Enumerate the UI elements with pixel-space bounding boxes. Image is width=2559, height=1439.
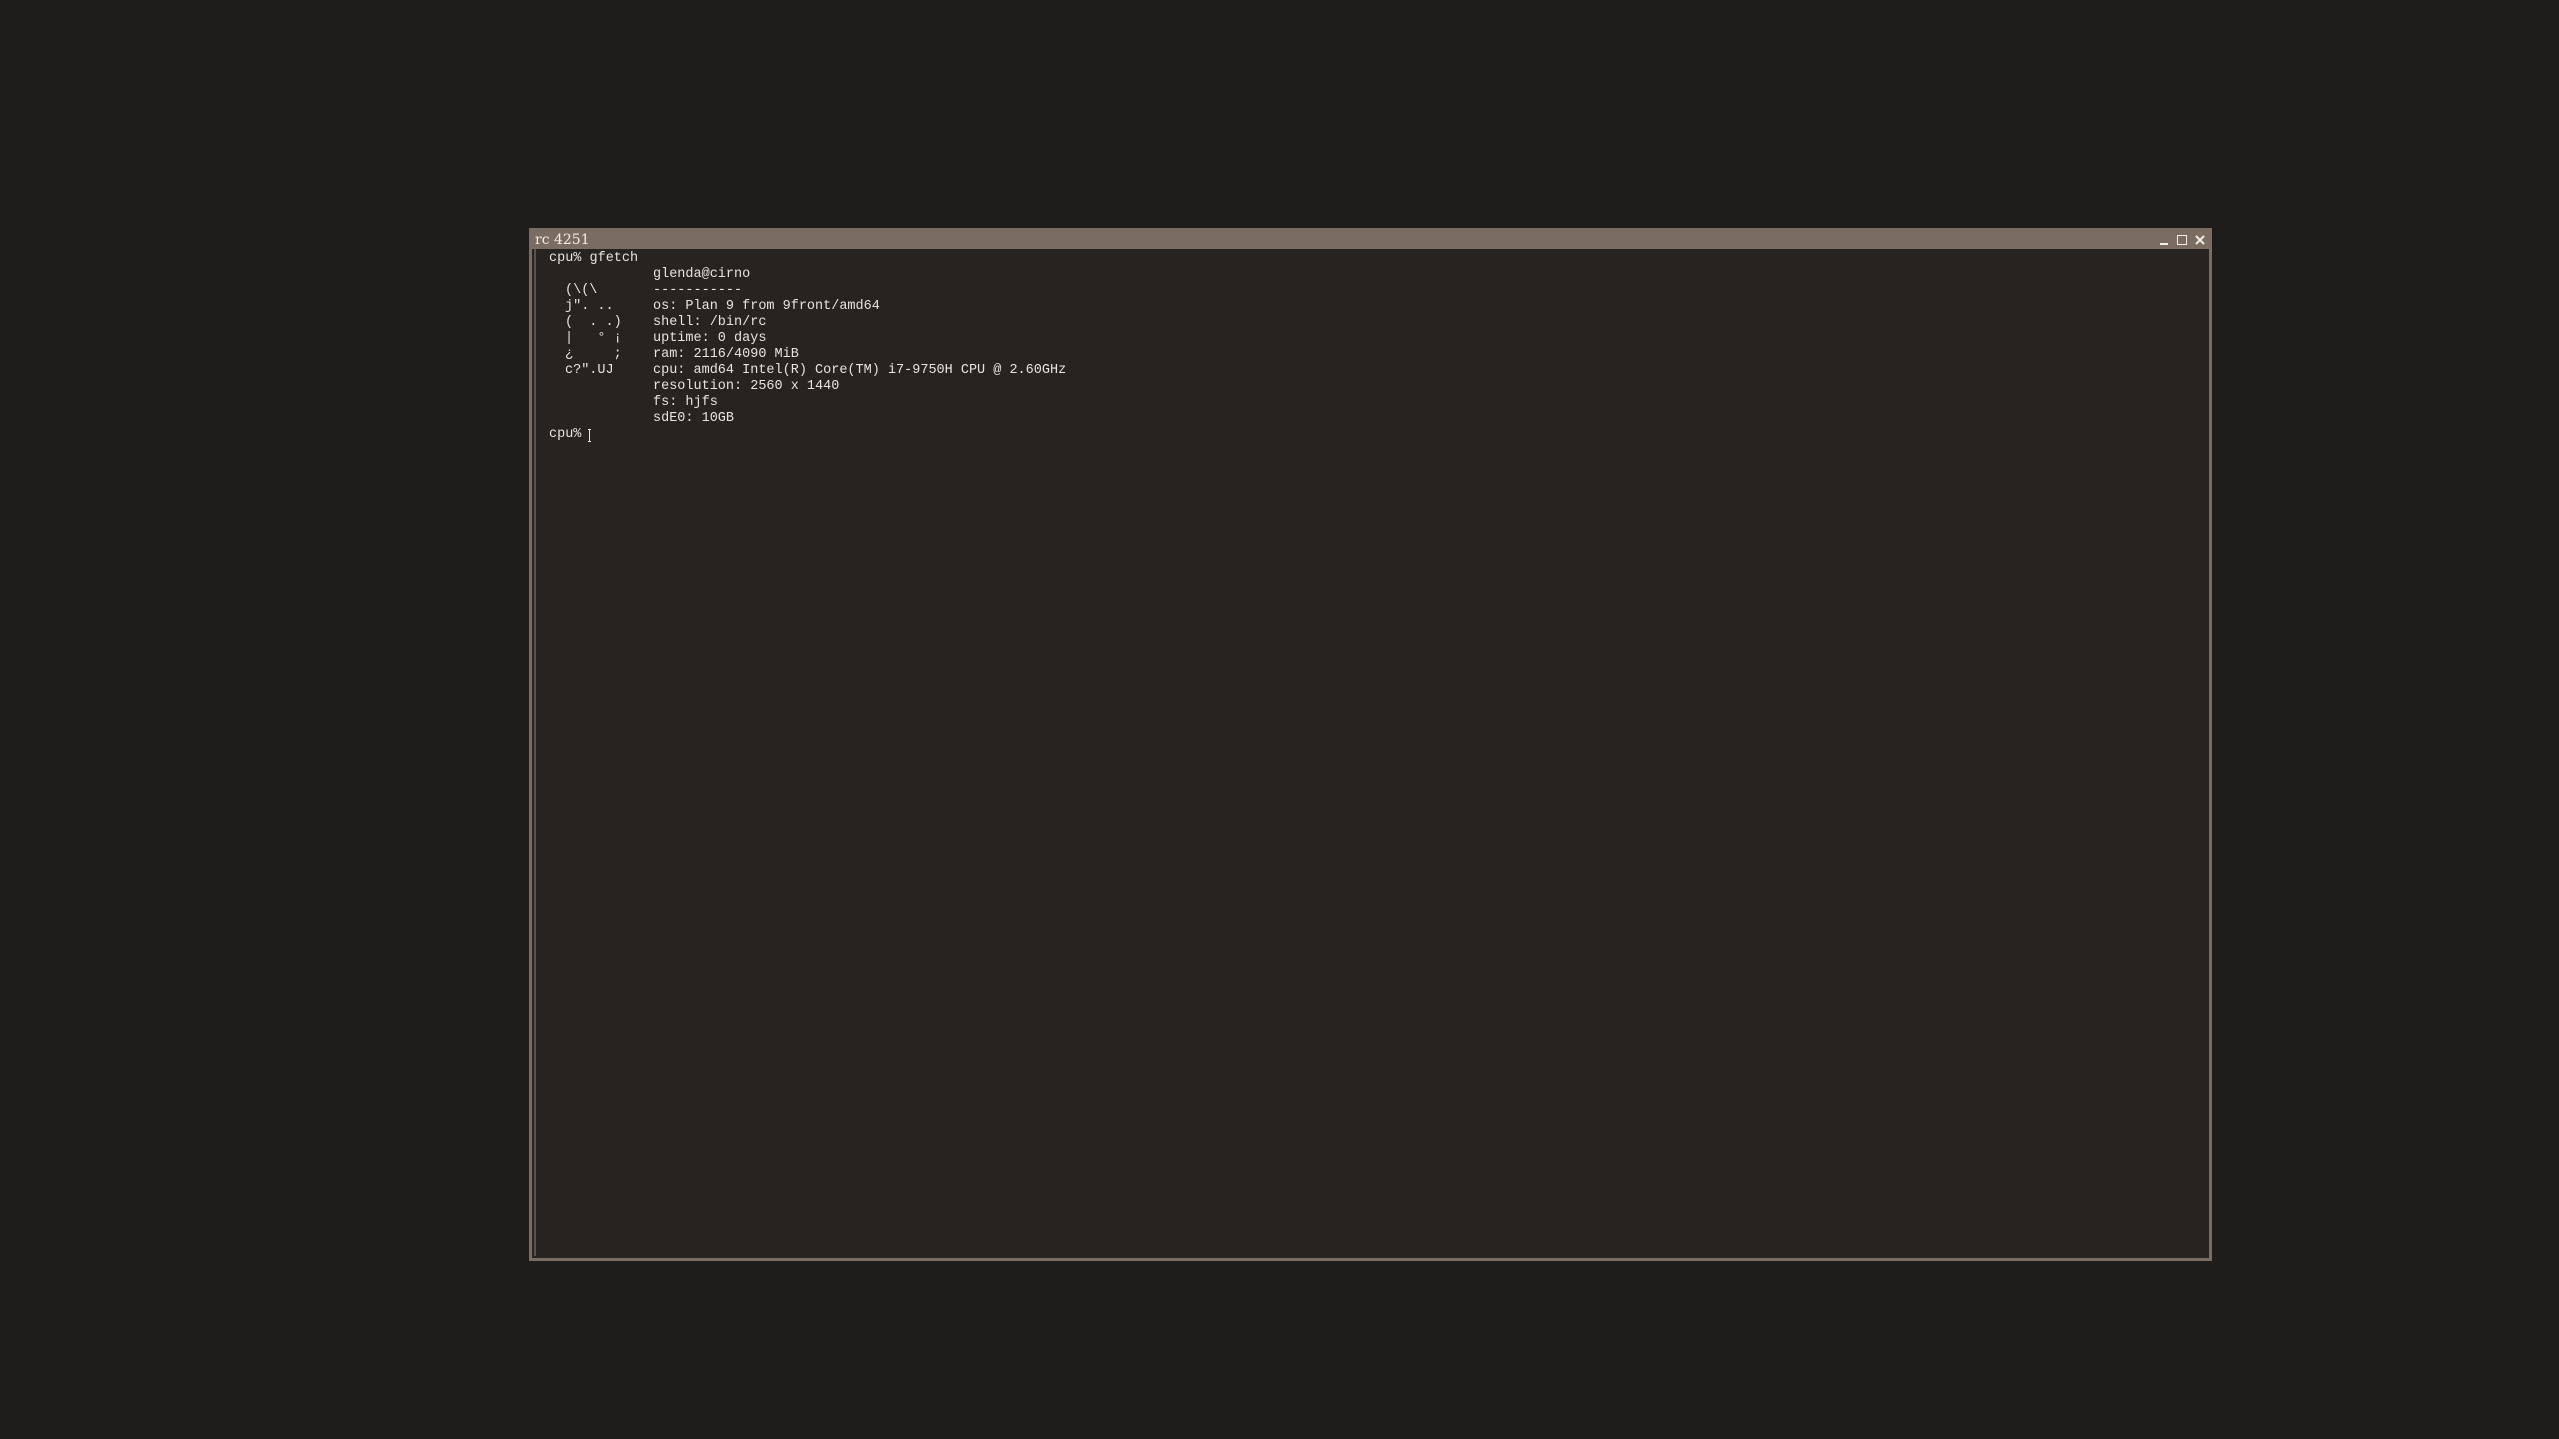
command-line: cpu% gfetch [549, 251, 639, 266]
info-os: os: Plan 9 from 9front/amd64 [653, 299, 880, 314]
terminal-window[interactable]: rc 4251 cpu% gfetch (\(\ j". .. ( . .) |… [529, 228, 2212, 1261]
terminal-output[interactable]: cpu% gfetch (\(\ j". .. ( . .) | ° ¡ ¿ ;… [549, 251, 2201, 1250]
gfetch-output: (\(\ j". .. ( . .) | ° ¡ ¿ ; c?".UJ glen… [549, 267, 2201, 427]
separator: ----------- [653, 283, 743, 298]
maximize-icon[interactable] [2175, 233, 2189, 247]
system-info: glenda@cirno ----------- os: Plan 9 from… [653, 267, 1066, 427]
logo-line: ( . .) [565, 315, 622, 330]
logo-line: | ° ¡ [565, 331, 622, 346]
logo-line: (\(\ [565, 283, 598, 298]
user-host: glenda@cirno [653, 267, 751, 282]
window-controls [2157, 231, 2207, 249]
text-cursor [588, 428, 593, 442]
info-uptime: uptime: 0 days [653, 331, 767, 346]
scrollbar[interactable] [534, 249, 536, 1256]
window-titlebar[interactable]: rc 4251 [532, 231, 2209, 249]
info-shell: shell: /bin/rc [653, 315, 767, 330]
info-fs: fs: hjfs [653, 395, 718, 410]
info-ram: ram: 2116/4090 MiB [653, 347, 799, 362]
logo-line: c?".UJ [565, 363, 614, 378]
prompt-line[interactable]: cpu% [549, 427, 2201, 443]
ascii-logo: (\(\ j". .. ( . .) | ° ¡ ¿ ; c?".UJ [549, 267, 653, 427]
prompt: cpu% [549, 427, 582, 442]
info-resolution: resolution: 2560 x 1440 [653, 379, 840, 394]
info-disk: sdE0: 10GB [653, 411, 735, 426]
logo-line: ¿ ; [565, 347, 622, 362]
window-title: rc 4251 [535, 232, 590, 248]
close-icon[interactable] [2193, 233, 2207, 247]
logo-line: j". .. [565, 299, 614, 314]
minimize-icon[interactable] [2157, 233, 2171, 247]
info-cpu: cpu: amd64 Intel(R) Core(TM) i7-9750H CP… [653, 363, 1067, 378]
